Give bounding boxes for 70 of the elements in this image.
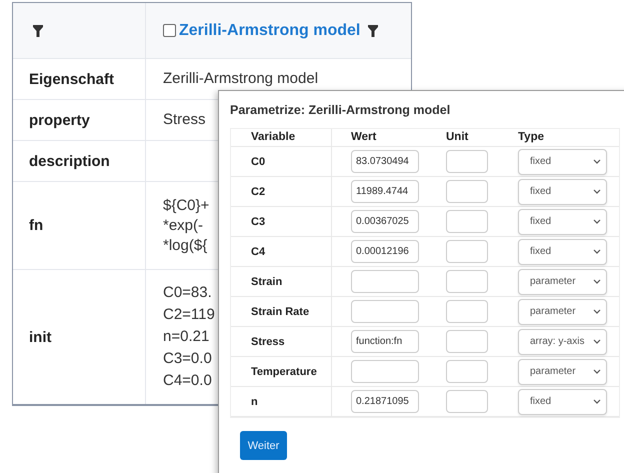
chevron-down-icon <box>593 369 601 374</box>
type-dropdown[interactable]: parameter <box>518 298 607 324</box>
cell-text: *exp(- <box>163 216 204 236</box>
type-dropdown[interactable]: fixed <box>518 178 607 204</box>
value-field[interactable] <box>351 270 419 293</box>
variable-name: Stress <box>251 336 285 348</box>
type-dropdown[interactable]: parameter <box>518 358 607 384</box>
cell-text: C2=119 <box>163 305 215 325</box>
variable-name: n <box>251 396 258 408</box>
model-link[interactable]: Zerilli-Armstrong model <box>179 22 360 40</box>
unit-field[interactable] <box>446 180 488 203</box>
column-header: Variable <box>231 129 332 146</box>
variable-name: Temperature <box>251 366 317 378</box>
unit-field[interactable] <box>446 270 488 293</box>
chevron-down-icon <box>593 249 601 254</box>
chevron-down-icon <box>593 219 601 224</box>
chevron-down-icon <box>593 159 601 164</box>
variable-name: C3 <box>251 216 266 228</box>
row-label: property <box>29 112 90 128</box>
cell-text: Stress <box>163 110 206 130</box>
value-field[interactable]: 0.00367025 <box>351 210 419 233</box>
chevron-down-icon <box>593 279 601 284</box>
cell-text: Zerilli-Armstrong model <box>163 69 318 89</box>
filter-icon[interactable] <box>368 24 378 36</box>
type-dropdown[interactable]: fixed <box>518 238 607 264</box>
value-field[interactable]: 0.21871095 <box>351 390 419 413</box>
type-dropdown[interactable]: fixed <box>518 148 607 174</box>
cell-text: n=0.21 <box>163 327 210 347</box>
unit-field[interactable] <box>446 330 488 353</box>
variable-name: Strain <box>251 276 282 288</box>
unit-field[interactable] <box>446 390 488 413</box>
column-header: Type <box>517 130 545 145</box>
unit-field[interactable] <box>446 300 488 323</box>
unit-field[interactable] <box>446 360 488 383</box>
type-dropdown[interactable]: array: y-axis <box>518 328 607 354</box>
type-dropdown[interactable]: fixed <box>518 208 607 234</box>
chevron-down-icon <box>593 399 601 404</box>
variable-name: C0 <box>251 156 266 168</box>
cell-text: C0=83. <box>163 283 212 303</box>
value-field[interactable]: 83.0730494 <box>351 150 419 173</box>
cell-text: C3=0.0 <box>163 349 212 369</box>
chevron-down-icon <box>593 309 601 314</box>
variable-name: Strain Rate <box>251 306 310 318</box>
dialog-title: Parametrize: Zerilli-Armstrong model <box>230 103 452 117</box>
variable-name: C2 <box>251 186 266 198</box>
value-field[interactable]: 0.00012196 <box>351 240 419 263</box>
cell-text: ${C0}+ <box>163 196 210 216</box>
type-dropdown[interactable]: parameter <box>518 268 607 294</box>
row-label: init <box>29 328 52 346</box>
variable-name: C4 <box>251 246 266 258</box>
chevron-down-icon <box>593 189 601 194</box>
filter-icon[interactable] <box>33 24 43 36</box>
column-header: Wert <box>350 130 378 145</box>
unit-field[interactable] <box>446 150 488 173</box>
value-field[interactable]: function:fn <box>351 330 419 353</box>
type-dropdown[interactable]: fixed <box>518 388 607 414</box>
chevron-down-icon <box>593 339 601 344</box>
checkbox[interactable] <box>163 24 176 37</box>
row-label: description <box>29 152 110 170</box>
value-field[interactable]: 11989.4744 <box>351 180 419 203</box>
row-label: fn <box>29 217 44 234</box>
cell-text: C4=0.0 <box>163 371 212 391</box>
value-field[interactable] <box>351 360 419 383</box>
value-field[interactable] <box>351 300 419 323</box>
continue-button[interactable]: Weiter <box>240 431 287 460</box>
column-header: Unit <box>445 130 470 145</box>
unit-field[interactable] <box>446 240 488 263</box>
cell-text: *log(${ <box>163 236 208 256</box>
unit-field[interactable] <box>446 210 488 233</box>
row-label: Eigenschaft <box>29 70 114 88</box>
